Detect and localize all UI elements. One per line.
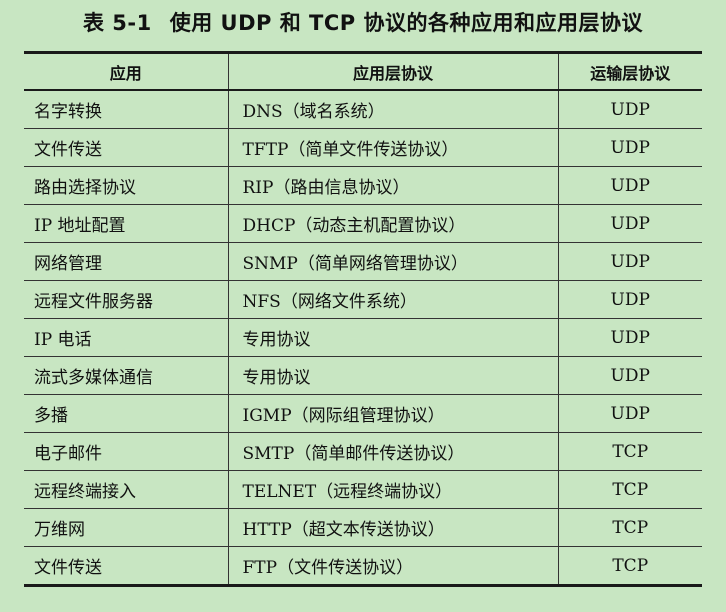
cell-transport: UDP bbox=[557, 89, 702, 129]
cell-application: 远程终端接入 bbox=[24, 470, 229, 509]
cell-application: 电子邮件 bbox=[24, 432, 229, 471]
cell-transport: UDP bbox=[557, 394, 702, 433]
cell-transport: UDP bbox=[557, 166, 702, 205]
table-row: 多播 IGMP（网际组管理协议） UDP bbox=[24, 394, 702, 433]
table-row: 万维网 HTTP（超文本传送协议） TCP bbox=[24, 508, 702, 547]
table-row: 电子邮件 SMTP（简单邮件传送协议） TCP bbox=[24, 432, 702, 471]
cell-transport: UDP bbox=[557, 318, 702, 357]
cell-app-protocol: FTP（文件传送协议） bbox=[227, 546, 559, 586]
table-row: IP 地址配置 DHCP（动态主机配置协议） UDP bbox=[24, 204, 702, 243]
cell-app-protocol: TFTP（简单文件传送协议） bbox=[227, 128, 559, 167]
cell-transport: UDP bbox=[557, 128, 702, 167]
cell-transport: TCP bbox=[557, 432, 702, 471]
table-row: 远程文件服务器 NFS（网络文件系统） UDP bbox=[24, 280, 702, 319]
cell-app-protocol: TELNET（远程终端协议） bbox=[227, 470, 559, 509]
cell-transport: UDP bbox=[557, 280, 702, 319]
cell-application: 名字转换 bbox=[24, 89, 229, 129]
cell-application: IP 电话 bbox=[24, 318, 229, 357]
cell-transport: UDP bbox=[557, 356, 702, 395]
table-row: IP 电话 专用协议 UDP bbox=[24, 318, 702, 357]
table-caption: 表 5-1 使用 UDP 和 TCP 协议的各种应用和应用层协议 bbox=[0, 8, 726, 38]
protocol-table: 应用 应用层协议 运输层协议 名字转换 DNS（域名系统） UDP 文件传送 T… bbox=[24, 51, 702, 587]
cell-app-protocol: NFS（网络文件系统） bbox=[227, 280, 559, 319]
table-header-row: 应用 应用层协议 运输层协议 bbox=[24, 52, 702, 91]
cell-application: 多播 bbox=[24, 394, 229, 433]
cell-transport: TCP bbox=[557, 470, 702, 509]
cell-app-protocol: DHCP（动态主机配置协议） bbox=[227, 204, 559, 243]
table-row: 文件传送 FTP（文件传送协议） TCP bbox=[24, 546, 702, 586]
cell-app-protocol: RIP（路由信息协议） bbox=[227, 166, 559, 205]
cell-application: IP 地址配置 bbox=[24, 204, 229, 243]
cell-application: 路由选择协议 bbox=[24, 166, 229, 205]
cell-application: 万维网 bbox=[24, 508, 229, 547]
cell-application: 网络管理 bbox=[24, 242, 229, 281]
header-app-layer-protocol: 应用层协议 bbox=[227, 52, 559, 91]
cell-transport: UDP bbox=[557, 204, 702, 243]
cell-application: 流式多媒体通信 bbox=[24, 356, 229, 395]
header-application: 应用 bbox=[24, 52, 229, 91]
table-row: 流式多媒体通信 专用协议 UDP bbox=[24, 356, 702, 395]
cell-app-protocol: SMTP（简单邮件传送协议） bbox=[227, 432, 559, 471]
cell-transport: TCP bbox=[557, 508, 702, 547]
cell-application: 远程文件服务器 bbox=[24, 280, 229, 319]
table-row: 名字转换 DNS（域名系统） UDP bbox=[24, 89, 702, 129]
table-row: 远程终端接入 TELNET（远程终端协议） TCP bbox=[24, 470, 702, 509]
cell-application: 文件传送 bbox=[24, 546, 229, 586]
table-row: 路由选择协议 RIP（路由信息协议） UDP bbox=[24, 166, 702, 205]
cell-app-protocol: IGMP（网际组管理协议） bbox=[227, 394, 559, 433]
cell-app-protocol: HTTP（超文本传送协议） bbox=[227, 508, 559, 547]
cell-transport: UDP bbox=[557, 242, 702, 281]
table-row: 文件传送 TFTP（简单文件传送协议） UDP bbox=[24, 128, 702, 167]
caption-number: 表 5-1 bbox=[82, 11, 152, 35]
cell-app-protocol: SNMP（简单网络管理协议） bbox=[227, 242, 559, 281]
header-transport-protocol: 运输层协议 bbox=[557, 52, 702, 91]
cell-transport: TCP bbox=[557, 546, 702, 586]
caption-title: 使用 UDP 和 TCP 协议的各种应用和应用层协议 bbox=[169, 11, 643, 35]
cell-app-protocol: DNS（域名系统） bbox=[227, 89, 559, 129]
cell-app-protocol: 专用协议 bbox=[227, 356, 559, 395]
table-row: 网络管理 SNMP（简单网络管理协议） UDP bbox=[24, 242, 702, 281]
cell-application: 文件传送 bbox=[24, 128, 229, 167]
cell-app-protocol: 专用协议 bbox=[227, 318, 559, 357]
